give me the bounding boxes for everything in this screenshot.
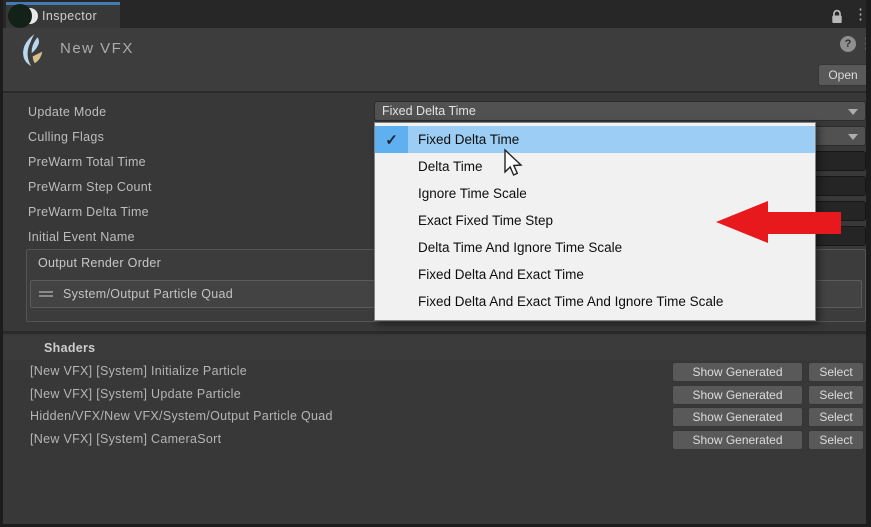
menu-item-fixed-delta-time[interactable]: ✓ Fixed Delta Time xyxy=(375,126,815,153)
vfx-asset-icon xyxy=(12,33,46,72)
select-button[interactable]: Select xyxy=(808,429,864,450)
page-title: New VFX xyxy=(60,40,134,57)
show-generated-button[interactable]: Show Generated xyxy=(672,429,803,450)
property-label: Update Mode xyxy=(28,105,107,119)
lock-icon[interactable] xyxy=(830,9,844,30)
menu-item-label: Exact Fixed Time Step xyxy=(418,213,554,228)
menu-item-gutter xyxy=(375,288,408,315)
menu-item-label: Fixed Delta And Exact Time xyxy=(418,267,584,282)
menu-item-fixed-delta-and-exact-time-and-ignore-time-scale[interactable]: Fixed Delta And Exact Time And Ignore Ti… xyxy=(375,288,815,315)
asset-header: New VFX ? ⋮ Open xyxy=(0,28,871,93)
check-icon: ✓ xyxy=(385,131,398,149)
select-button[interactable]: Select xyxy=(808,384,864,405)
shader-name: [New VFX] [System] Initialize Particle xyxy=(30,364,248,378)
tab-menu-kebab-icon[interactable]: ⋮ xyxy=(853,7,868,22)
menu-item-label: Fixed Delta And Exact Time And Ignore Ti… xyxy=(418,294,724,309)
shaders-header: Shaders xyxy=(0,336,871,360)
help-icon[interactable]: ? xyxy=(840,36,856,52)
chevron-down-icon xyxy=(848,109,858,115)
shaders-title: Shaders xyxy=(44,341,96,355)
menu-item-gutter xyxy=(375,234,408,261)
menu-item-delta-time[interactable]: Delta Time xyxy=(375,153,815,180)
menu-item-gutter: ✓ xyxy=(375,126,408,153)
menu-item-gutter xyxy=(375,261,408,288)
select-button[interactable]: Select xyxy=(808,407,864,427)
tab-inspector[interactable]: Inspector xyxy=(6,2,120,28)
tab-bar: Inspector ⋮ xyxy=(0,0,871,28)
show-generated-button[interactable]: Show Generated xyxy=(672,407,803,427)
inspector-window: Inspector ⋮ New VFX ? ⋮ Open Update Mode… xyxy=(0,0,871,527)
property-label: PreWarm Total Time xyxy=(28,155,146,169)
menu-item-gutter xyxy=(375,180,408,207)
tab-label: Inspector xyxy=(42,9,98,23)
section-divider xyxy=(0,331,871,334)
menu-item-label: Delta Time And Ignore Time Scale xyxy=(418,240,623,255)
select-button[interactable]: Select xyxy=(808,362,864,382)
show-generated-button[interactable]: Show Generated xyxy=(672,384,803,405)
menu-item-fixed-delta-and-exact-time[interactable]: Fixed Delta And Exact Time xyxy=(375,261,815,288)
menu-item-gutter xyxy=(375,153,408,180)
menu-item-label: Delta Time xyxy=(418,159,483,174)
inspector-tab-icon xyxy=(8,4,38,28)
shader-row-2: [New VFX] [System] Update Particle Show G… xyxy=(0,384,871,405)
menu-item-gutter xyxy=(375,207,408,234)
drag-handle-icon[interactable] xyxy=(39,291,53,297)
show-generated-button[interactable]: Show Generated xyxy=(672,362,803,382)
menu-item-label: Ignore Time Scale xyxy=(418,186,527,201)
dropdown-value: Fixed Delta Time xyxy=(382,104,476,118)
shader-name: Hidden/VFX/New VFX/System/Output Particl… xyxy=(30,409,333,423)
menu-item-label: Fixed Delta Time xyxy=(418,132,520,147)
shader-row-4: [New VFX] [System] CameraSort Show Genera… xyxy=(0,429,871,450)
update-mode-dropdown[interactable]: Fixed Delta Time xyxy=(374,101,866,121)
shader-name: [New VFX] [System] CameraSort xyxy=(30,431,222,446)
property-label: PreWarm Delta Time xyxy=(28,205,149,219)
output-render-order-item-label: System/Output Particle Quad xyxy=(63,287,233,301)
annotation-arrow-icon xyxy=(700,196,845,253)
output-render-order-title: Output Render Order xyxy=(38,256,162,270)
property-label: PreWarm Step Count xyxy=(28,180,152,194)
shader-row-1: [New VFX] [System] Initialize Particle Sh… xyxy=(0,361,871,382)
property-label: Initial Event Name xyxy=(28,230,135,244)
header-menu-kebab-icon[interactable]: ⋮ xyxy=(859,36,871,51)
shader-name: [New VFX] [System] Update Particle xyxy=(30,386,241,401)
property-label: Culling Flags xyxy=(28,130,105,144)
mouse-cursor-icon xyxy=(500,147,524,184)
shader-row-3: Hidden/VFX/New VFX/System/Output Particl… xyxy=(0,406,871,427)
chevron-down-icon xyxy=(848,134,858,140)
open-button[interactable]: Open xyxy=(818,64,868,86)
